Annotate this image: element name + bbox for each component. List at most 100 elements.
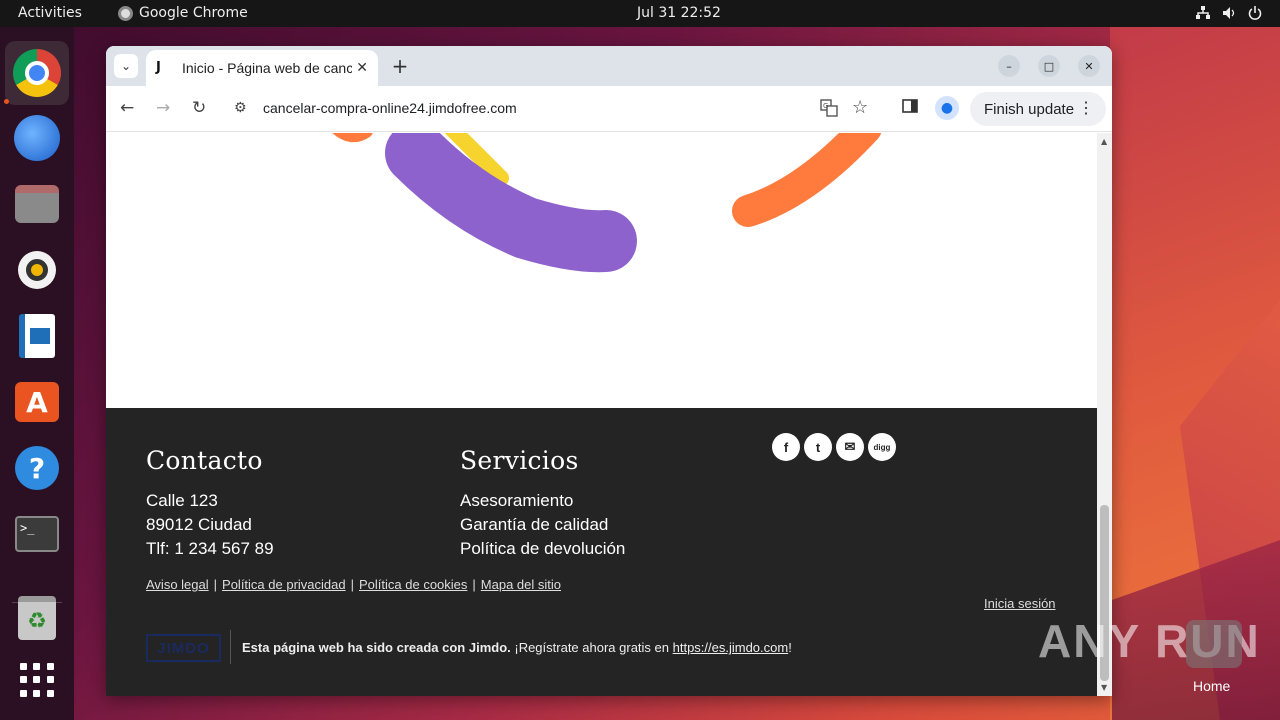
page-viewport: Contacto Calle 123 89012 Ciudad Tlf: 1 2… xyxy=(106,133,1097,696)
bookmark-star-icon[interactable]: ☆ xyxy=(852,97,868,118)
decorative-strokes xyxy=(332,133,882,273)
more-vert-icon: ⋮ xyxy=(1078,100,1094,117)
chrome-window: ⌄ J Inicio - Página web de cancelar ✕ + … xyxy=(106,46,1112,696)
credit-bold: Esta página web ha sido creada con Jimdo… xyxy=(242,640,511,655)
activities-button[interactable]: Activities xyxy=(18,5,82,21)
trash-icon: ♻ xyxy=(18,596,56,640)
dock-files[interactable] xyxy=(12,179,62,229)
link-separator: | xyxy=(472,577,476,592)
close-window-button[interactable]: ✕ xyxy=(1078,55,1100,77)
site-footer: Contacto Calle 123 89012 Ciudad Tlf: 1 2… xyxy=(106,408,1097,696)
app-name: Google Chrome xyxy=(139,5,248,21)
system-tray[interactable] xyxy=(1196,6,1262,23)
jimdo-credit: Esta página web ha sido creada con Jimdo… xyxy=(242,640,792,655)
contact-line: Tlf: 1 234 567 89 xyxy=(146,539,274,558)
services-heading: Servicios xyxy=(460,446,579,475)
finish-update-button[interactable]: Finish update ⋮ xyxy=(970,92,1106,126)
show-apps-button[interactable] xyxy=(12,655,62,705)
top-bar: Activities Google Chrome Jul 31 22:52 xyxy=(0,0,1280,27)
app-menu[interactable]: Google Chrome xyxy=(118,5,248,21)
reload-button[interactable]: ↻ xyxy=(192,98,206,118)
tab-search-button[interactable]: ⌄ xyxy=(114,54,138,78)
minimize-icon: – xyxy=(1006,59,1012,73)
jimdo-link[interactable]: https://es.jimdo.com xyxy=(673,640,789,655)
files-icon xyxy=(15,185,59,223)
plus-icon: + xyxy=(391,54,409,78)
thunderbird-icon xyxy=(14,115,60,161)
network-icon xyxy=(1196,6,1210,23)
maximize-icon: □ xyxy=(1043,59,1055,73)
volume-icon xyxy=(1222,6,1236,23)
person-icon: ● xyxy=(940,100,954,116)
tab-title: Inicio - Página web de cancelar xyxy=(182,60,352,76)
legal-link[interactable]: Aviso legal xyxy=(146,577,209,592)
credit-end: ! xyxy=(788,640,792,655)
arrow-right-icon: → xyxy=(156,98,171,118)
link-separator: | xyxy=(350,577,354,592)
dock-writer[interactable] xyxy=(12,311,62,361)
dock-thunderbird[interactable] xyxy=(12,113,62,163)
dock-rhythmbox[interactable] xyxy=(12,245,62,295)
close-icon: ✕ xyxy=(1084,59,1094,73)
forward-button[interactable]: → xyxy=(156,98,170,118)
scrollbar[interactable]: ▲ ▼ xyxy=(1097,133,1112,696)
email-icon[interactable]: ✉ xyxy=(836,433,864,461)
minimize-button[interactable]: – xyxy=(998,55,1020,77)
clock[interactable]: Jul 31 22:52 xyxy=(637,5,721,21)
chrome-icon xyxy=(118,5,133,21)
dock-help[interactable]: ? xyxy=(12,443,62,493)
apps-grid-icon xyxy=(20,663,54,697)
services-line: Asesoramiento xyxy=(460,491,574,510)
contact-line: Calle 123 xyxy=(146,491,218,510)
login-link[interactable]: Inicia sesión xyxy=(984,596,1056,611)
back-button[interactable]: ← xyxy=(120,98,134,118)
app-center-icon: A xyxy=(15,382,59,422)
sitemap-link[interactable]: Mapa del sitio xyxy=(481,577,561,592)
maximize-button[interactable]: □ xyxy=(1038,55,1060,77)
profile-avatar[interactable]: ● xyxy=(935,96,959,120)
url-text[interactable]: cancelar-compra-online24.jimdofree.com xyxy=(263,100,517,116)
svg-text:G: G xyxy=(823,102,828,110)
services-line: Política de devolución xyxy=(460,539,626,558)
help-icon: ? xyxy=(15,446,59,490)
contact-heading: Contacto xyxy=(146,446,263,475)
home-label: Home xyxy=(1193,678,1231,694)
site-info-icon[interactable]: ⚙ xyxy=(234,100,247,116)
arrow-left-icon: ← xyxy=(120,98,135,118)
divider xyxy=(230,630,231,664)
dock: A ? >_ ♻ xyxy=(0,27,74,720)
digg-icon[interactable]: digg xyxy=(868,433,896,461)
scroll-down-icon[interactable]: ▼ xyxy=(1101,683,1107,692)
new-tab-button[interactable]: + xyxy=(388,54,412,78)
facebook-icon[interactable]: f xyxy=(772,433,800,461)
close-tab-icon[interactable]: ✕ xyxy=(356,60,368,76)
dock-terminal[interactable]: >_ xyxy=(12,509,62,559)
translate-icon[interactable]: G xyxy=(820,99,838,121)
legal-links: Aviso legal | Política de privacidad | Polít… xyxy=(146,577,561,592)
jimdo-logo[interactable]: JIMDO xyxy=(146,634,221,662)
chevron-down-icon: ⌄ xyxy=(120,59,132,73)
running-indicator xyxy=(4,99,9,104)
services-line: Garantía de calidad xyxy=(460,515,609,534)
reload-icon: ↻ xyxy=(192,98,207,118)
contact-line: 89012 Ciudad xyxy=(146,515,252,534)
dock-chrome[interactable] xyxy=(5,41,69,105)
terminal-icon: >_ xyxy=(15,516,59,552)
twitter-icon[interactable]: t xyxy=(804,433,832,461)
writer-icon xyxy=(19,314,55,358)
chrome-icon xyxy=(13,49,61,97)
address-bar[interactable]: ⚙ cancelar-compra-online24.jimdofree.com… xyxy=(224,91,884,127)
tab-active[interactable]: J Inicio - Página web de cancelar ✕ xyxy=(146,50,378,86)
privacy-link[interactable]: Política de privacidad xyxy=(222,577,346,592)
cookies-link[interactable]: Política de cookies xyxy=(359,577,467,592)
dock-trash[interactable]: ♻ xyxy=(12,593,62,643)
home-folder-icon[interactable] xyxy=(1186,620,1242,668)
power-icon xyxy=(1248,6,1262,23)
link-separator: | xyxy=(213,577,218,592)
tab-strip: ⌄ J Inicio - Página web de cancelar ✕ + … xyxy=(106,46,1112,86)
side-panel-icon[interactable] xyxy=(902,98,918,118)
dock-app-center[interactable]: A xyxy=(12,377,62,427)
scroll-up-icon[interactable]: ▲ xyxy=(1101,137,1107,146)
rhythmbox-icon xyxy=(18,251,56,289)
credit-text: ¡Regístrate ahora gratis en xyxy=(510,640,673,655)
